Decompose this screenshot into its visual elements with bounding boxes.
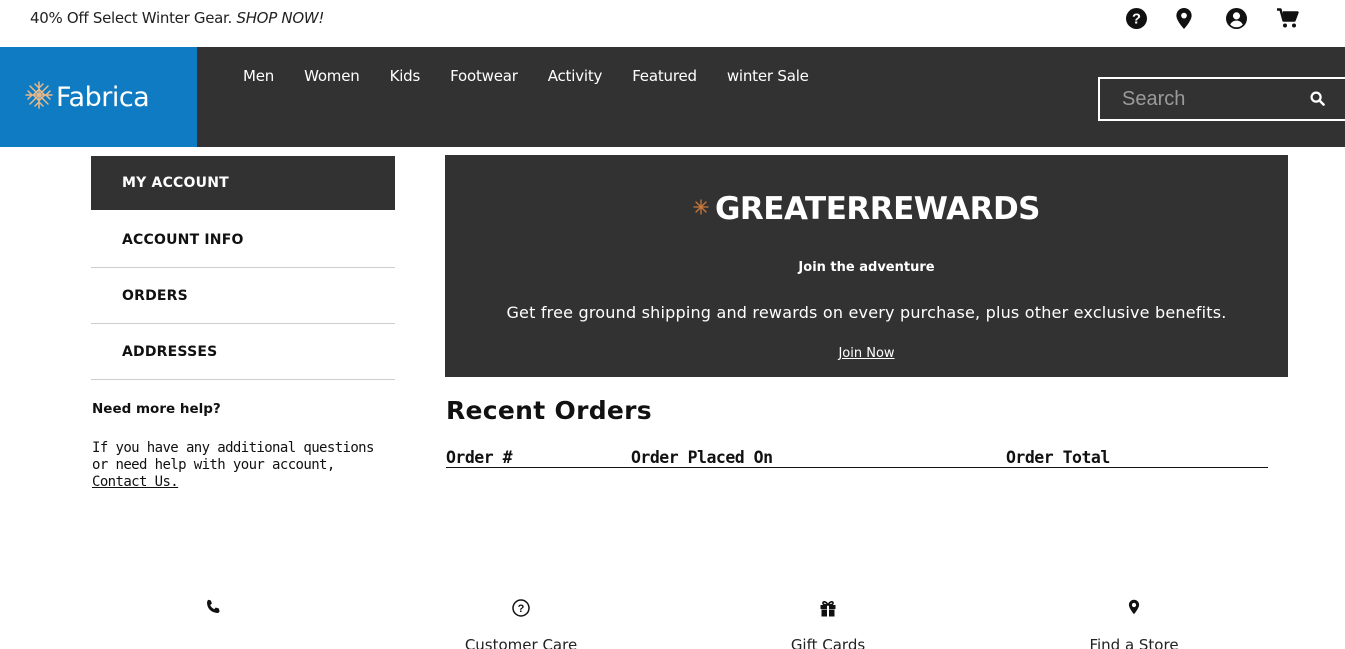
rewards-logo: GREATERREWARDS — [445, 191, 1288, 227]
search-box — [1098, 77, 1345, 121]
rewards-banner: GREATERREWARDS Join the adventure Get fr… — [445, 155, 1288, 377]
snowflake-icon — [693, 198, 709, 220]
join-now-link[interactable]: Join Now — [445, 346, 1288, 361]
nav-item-activity[interactable]: Activity — [533, 67, 618, 85]
main-navbar: Fabrica Men Women Kids Footwear Activity… — [0, 47, 1345, 147]
footer-item-customer-care[interactable]: ? Customer Care — [421, 598, 621, 649]
rewards-title: GREATERREWARDS — [714, 191, 1041, 227]
footer-item-gift-cards[interactable]: Gift Cards — [728, 598, 928, 649]
question-circle-icon: ? — [511, 598, 531, 618]
rewards-description: Get free ground shipping and rewards on … — [506, 303, 1227, 322]
nav-item-footwear[interactable]: Footwear — [435, 67, 533, 85]
phone-icon — [204, 598, 224, 618]
account-icon[interactable] — [1224, 6, 1248, 30]
promo-bar: 40% Off Select Winter Gear. SHOP NOW! ? — [0, 0, 1345, 47]
recent-orders-title: Recent Orders — [446, 396, 652, 425]
contact-us-link[interactable]: Contact Us. — [92, 474, 179, 490]
svg-text:?: ? — [1132, 11, 1141, 27]
footer-label-customer-care: Customer Care — [464, 636, 578, 649]
logo[interactable]: Fabrica — [0, 47, 197, 147]
svg-text:?: ? — [518, 603, 525, 615]
help-text: If you have any additional questions or … — [92, 440, 392, 491]
sidebar-item-orders[interactable]: ORDERS — [91, 268, 395, 324]
utility-icons: ? — [0, 6, 1345, 30]
sidebar-item-account-info[interactable]: ACCOUNT INFO — [91, 212, 395, 268]
footer-item-phone[interactable] — [114, 598, 314, 636]
footer-item-find-store[interactable]: Find a Store — [1034, 598, 1234, 649]
logo-text: Fabrica — [56, 81, 150, 113]
orders-table-header: Order # Order Placed On Order Total — [446, 446, 1268, 468]
column-order-placed-on: Order Placed On — [631, 448, 773, 467]
nav-item-women[interactable]: Women — [289, 67, 374, 85]
location-icon[interactable] — [1172, 6, 1196, 30]
account-sidebar: MY ACCOUNT ACCOUNT INFO ORDERS ADDRESSES — [91, 156, 395, 380]
help-icon[interactable]: ? — [1124, 6, 1148, 30]
nav-item-featured[interactable]: Featured — [617, 67, 712, 85]
footer-label-find-store: Find a Store — [1089, 636, 1179, 649]
nav-menu: Men Women Kids Footwear Activity Feature… — [228, 67, 824, 85]
sidebar-item-addresses[interactable]: ADDRESSES — [91, 324, 395, 380]
snowflake-logo-icon — [24, 80, 54, 115]
search-icon[interactable] — [1310, 91, 1330, 111]
cart-icon[interactable] — [1276, 6, 1300, 30]
search-input[interactable] — [1100, 79, 1300, 119]
nav-item-winter-sale[interactable]: winter Sale — [712, 67, 824, 85]
footer-label-gift-cards: Gift Cards — [790, 636, 866, 649]
sidebar-item-my-account[interactable]: MY ACCOUNT — [91, 156, 395, 210]
help-title: Need more help? — [92, 401, 221, 417]
help-text-body: If you have any additional questions or … — [92, 440, 374, 473]
nav-item-men[interactable]: Men — [228, 67, 289, 85]
gift-icon — [818, 598, 838, 618]
location-icon — [1124, 598, 1144, 618]
nav-item-kids[interactable]: Kids — [375, 67, 436, 85]
column-order-total: Order Total — [1006, 448, 1110, 467]
column-order-number: Order # — [446, 448, 513, 467]
rewards-subtitle: Join the adventure — [798, 260, 935, 275]
